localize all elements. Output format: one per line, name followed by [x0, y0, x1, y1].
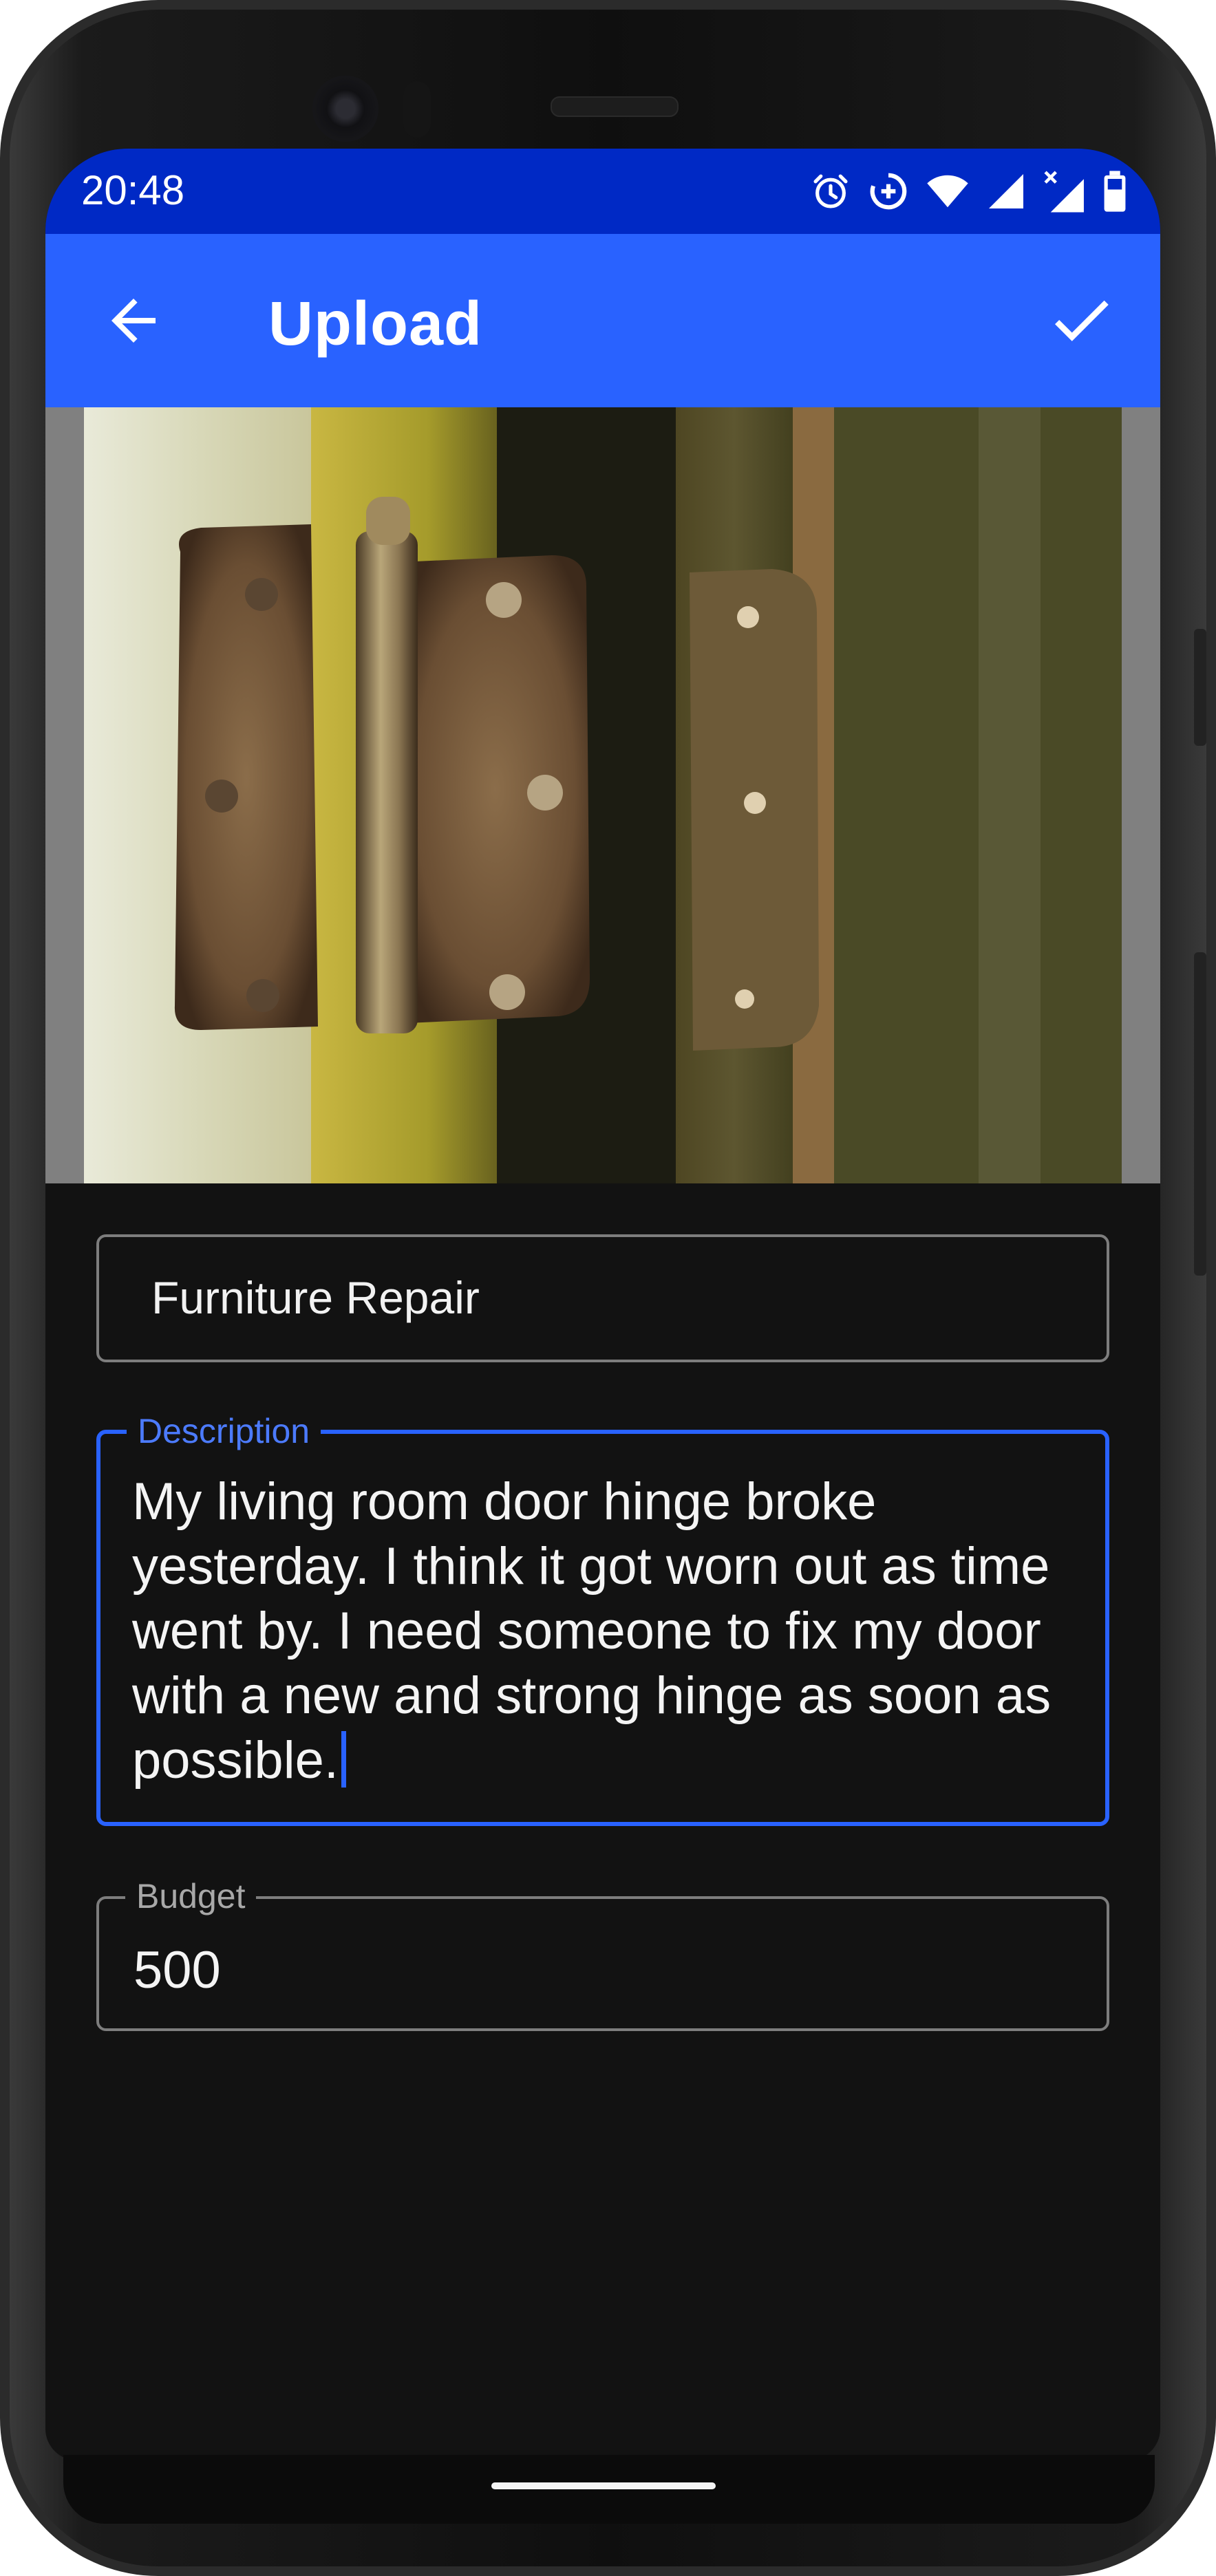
back-arrow-icon[interactable]	[100, 288, 167, 354]
status-time: 20:48	[81, 167, 185, 213]
navigation-bar	[63, 2455, 1155, 2524]
status-bar: 20:48	[45, 149, 1160, 234]
power-button	[1194, 952, 1206, 1276]
budget-field[interactable]: Budget 500	[96, 1877, 1109, 2031]
title-field-value: Furniture Repair	[151, 1272, 480, 1323]
title-field[interactable]: Furniture Repair	[96, 1234, 1109, 1362]
wifi-icon	[927, 175, 968, 208]
battery-icon	[1104, 171, 1126, 212]
description-field[interactable]: Description My living room door hinge br…	[96, 1412, 1109, 1826]
budget-value: 500	[134, 1941, 221, 1999]
proximity-sensor	[403, 81, 431, 138]
check-icon[interactable]	[1045, 283, 1118, 356]
signal-icon	[989, 174, 1023, 208]
alarm-icon	[813, 174, 848, 208]
app-bar: Upload	[45, 234, 1160, 407]
description-text: My living room door hinge broke yesterda…	[132, 1470, 1089, 1793]
data-saver-icon	[870, 173, 907, 210]
earpiece-speaker	[551, 96, 679, 117]
front-camera	[312, 76, 378, 142]
description-value: My living room door hinge broke yesterda…	[132, 1472, 1052, 1790]
text-cursor	[341, 1731, 346, 1788]
description-label: Description	[127, 1412, 321, 1450]
door-hinge-photo[interactable]	[84, 407, 1122, 1183]
status-icons	[809, 165, 1127, 217]
budget-label: Budget	[125, 1877, 257, 1915]
home-indicator[interactable]	[491, 2482, 716, 2489]
screen: 20:48 Upload Furniture Repair Descriptio…	[45, 149, 1160, 2460]
signal-no-service-icon	[1044, 171, 1084, 213]
page-title: Upload	[268, 290, 482, 358]
photo-container	[45, 407, 1160, 1183]
volume-button	[1194, 629, 1206, 746]
